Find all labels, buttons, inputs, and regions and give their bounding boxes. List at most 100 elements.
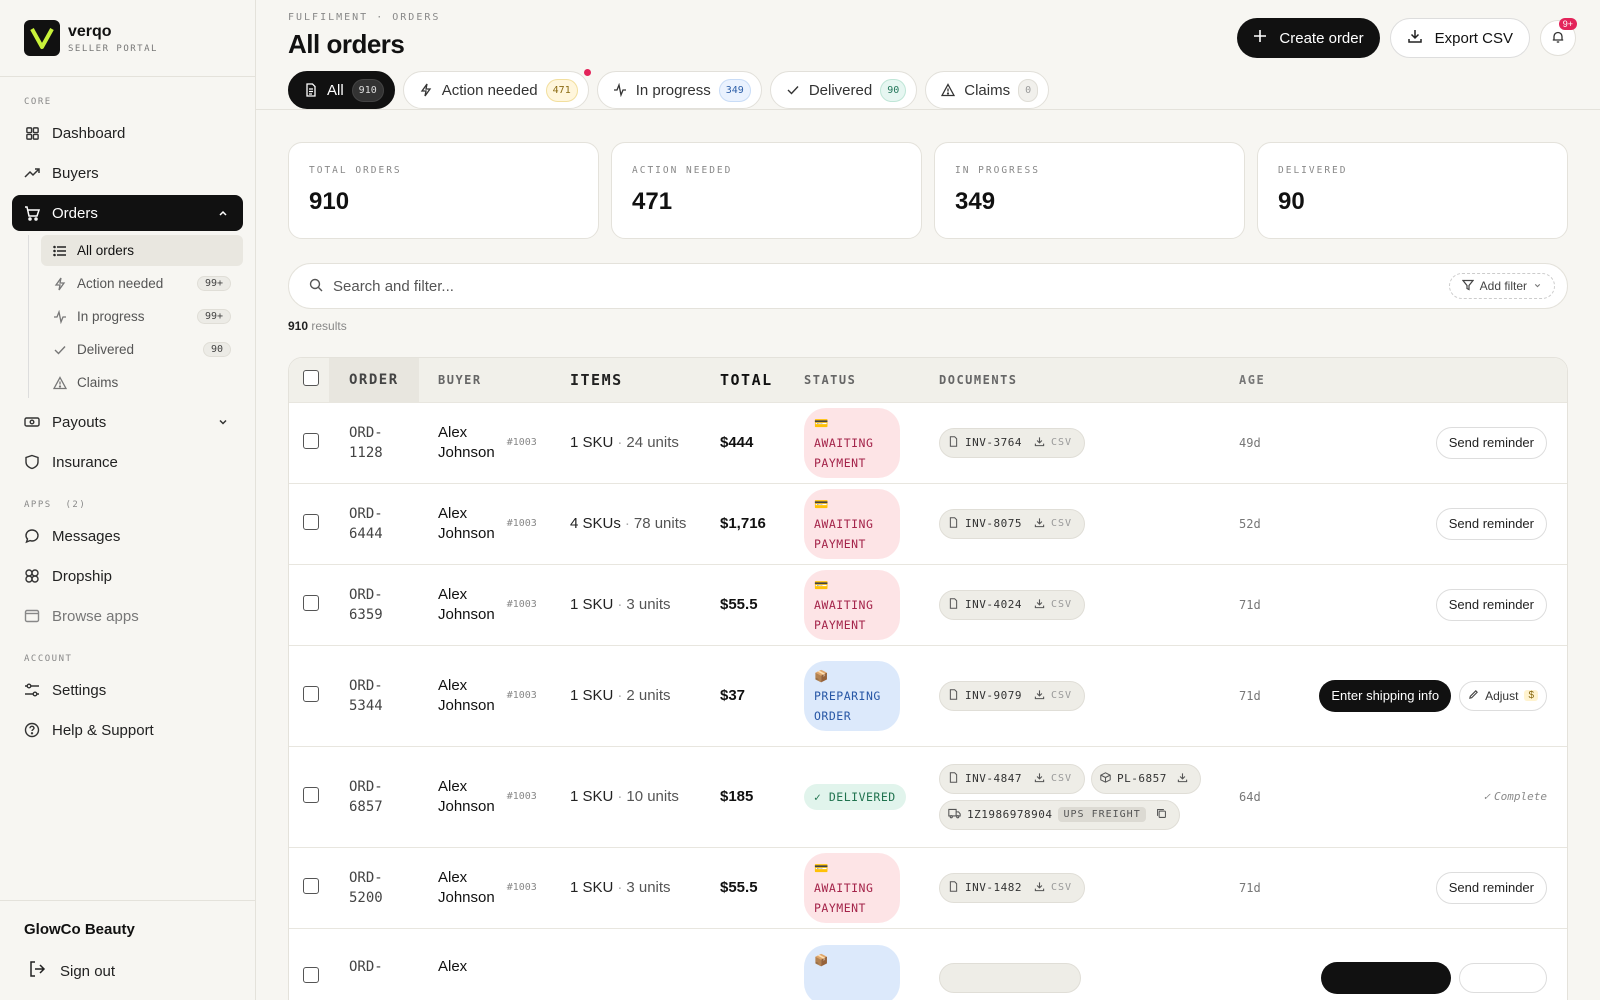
send-reminder-button[interactable]: Send reminder	[1435, 588, 1547, 621]
enter-shipping-info-button[interactable]	[1321, 961, 1451, 994]
download-icon[interactable]	[1034, 881, 1045, 895]
row-checkbox[interactable]	[303, 595, 319, 611]
row-checkbox[interactable]	[303, 686, 319, 702]
sidebar-subitem-claims[interactable]: Claims	[41, 367, 243, 398]
order-id[interactable]: ORD- 5200	[329, 846, 419, 928]
order-id[interactable]: ORD- 6444	[329, 482, 419, 564]
invoice-chip[interactable]: INV-4847 CSV	[939, 763, 1086, 794]
column-header-buyer[interactable]: BUYER	[419, 358, 554, 402]
signout-button[interactable]: Sign out	[24, 960, 231, 982]
row-checkbox[interactable]	[303, 514, 319, 530]
brand-name: verqo	[68, 22, 112, 40]
csv-link[interactable]: CSV	[1051, 437, 1072, 448]
download-icon[interactable]	[1177, 772, 1188, 786]
invoice-chip[interactable]: INV-9079 CSV	[939, 680, 1086, 711]
download-icon[interactable]	[1034, 689, 1045, 703]
csv-link[interactable]: CSV	[1051, 518, 1072, 529]
table-row[interactable]: ORD- 6857 Alex Johnson #1003 1 SKU · 10 units…	[289, 745, 1567, 847]
document-icon	[948, 771, 959, 786]
copy-icon[interactable]	[1156, 808, 1167, 822]
adjust-button[interactable]	[1459, 962, 1547, 993]
buyer-name[interactable]: Alex Johnson	[438, 676, 495, 716]
row-checkbox[interactable]	[303, 878, 319, 894]
column-header-items[interactable]: ITEMS	[554, 358, 704, 402]
send-reminder-button[interactable]: Send reminder	[1435, 426, 1547, 459]
order-id[interactable]: ORD-	[329, 927, 419, 1000]
tab-label: All	[327, 81, 344, 99]
column-header-status[interactable]: STATUS	[788, 358, 923, 402]
sidebar-item-help[interactable]: Help & Support	[12, 712, 243, 748]
buyer-name[interactable]: Alex	[438, 957, 554, 977]
tab-claims[interactable]: Claims 0	[925, 71, 1050, 109]
csv-link[interactable]: CSV	[1051, 599, 1072, 610]
sidebar-subitem-action-needed[interactable]: Action needed 99+	[41, 268, 243, 299]
sidebar-item-buyers[interactable]: Buyers	[12, 155, 243, 191]
column-header-documents[interactable]: DOCUMENTS	[923, 358, 1223, 402]
tab-all[interactable]: All 910	[288, 71, 395, 109]
order-id[interactable]: ORD- 5344	[329, 644, 419, 746]
row-checkbox[interactable]	[303, 787, 319, 803]
select-all-checkbox[interactable]	[303, 370, 319, 387]
items-cell: 1 SKU · 3 units	[554, 846, 704, 928]
sidebar-subitem-all-orders[interactable]: All orders	[41, 235, 243, 266]
search-input[interactable]	[333, 277, 1439, 295]
add-filter-button[interactable]: Add filter	[1448, 273, 1555, 299]
table-row[interactable]: ORD- Alex 📦	[289, 927, 1567, 1000]
csv-link[interactable]: CSV	[1051, 773, 1072, 784]
tab-action-needed[interactable]: Action needed 471	[402, 69, 591, 109]
sidebar-item-dropship[interactable]: Dropship	[12, 558, 243, 594]
invoice-chip[interactable]: INV-8075 CSV	[939, 508, 1086, 539]
order-id[interactable]: ORD- 6857	[329, 745, 419, 847]
column-header-order[interactable]: ORDER	[329, 358, 419, 402]
sliders-icon	[24, 682, 40, 698]
buyer-name[interactable]: Alex Johnson	[438, 777, 495, 817]
tab-in-progress[interactable]: In progress 349	[596, 71, 762, 109]
sidebar-item-settings[interactable]: Settings	[12, 672, 243, 708]
sidebar-subitem-in-progress[interactable]: In progress 99+	[41, 301, 243, 332]
sidebar-item-orders[interactable]: Orders	[12, 195, 243, 231]
tab-delivered[interactable]: Delivered 90	[769, 71, 918, 109]
send-reminder-button[interactable]: Send reminder	[1435, 507, 1547, 540]
enter-shipping-info-button[interactable]: Enter shipping info	[1319, 679, 1452, 712]
tracking-chip[interactable]: 1Z1986978904 UPS FREIGHT	[939, 799, 1180, 830]
row-checkbox[interactable]	[303, 966, 319, 983]
table-row[interactable]: ORD- 5200 Alex Johnson #1003 1 SKU · 3 units …	[289, 846, 1567, 928]
order-age: 52d	[1223, 482, 1293, 564]
sidebar-item-messages[interactable]: Messages	[12, 518, 243, 554]
invoice-chip[interactable]: INV-4024 CSV	[939, 589, 1086, 620]
sidebar-item-payouts[interactable]: Payouts	[12, 404, 243, 440]
create-order-button[interactable]: Create order	[1237, 18, 1380, 58]
invoice-chip[interactable]: INV-1482 CSV	[939, 872, 1086, 903]
column-header-age[interactable]: AGE	[1223, 358, 1293, 402]
buyer-name[interactable]: Alex Johnson	[438, 585, 495, 625]
packing-list-chip[interactable]: PL-6857	[1091, 763, 1201, 794]
buyer-name[interactable]: Alex Johnson	[438, 423, 495, 463]
buyer-name[interactable]: Alex Johnson	[438, 504, 495, 544]
download-icon[interactable]	[1034, 598, 1045, 612]
notifications-button[interactable]: 9+	[1540, 18, 1577, 56]
stat-value: 471	[632, 188, 673, 215]
column-header-total[interactable]: TOTAL	[704, 358, 788, 402]
download-icon[interactable]	[1034, 436, 1045, 450]
sidebar-item-dashboard[interactable]: Dashboard	[12, 115, 243, 151]
csv-link[interactable]: CSV	[1051, 882, 1072, 893]
table-row[interactable]: ORD- 6444 Alex Johnson #1003 4 SKUs · 78 unit…	[289, 482, 1567, 564]
order-id[interactable]: ORD- 6359	[329, 563, 419, 645]
invoice-chip[interactable]: INV-3764 CSV	[939, 427, 1086, 458]
buyer-name[interactable]: Alex Johnson	[438, 868, 495, 908]
send-reminder-button[interactable]: Send reminder	[1435, 871, 1547, 904]
sidebar-item-browse-apps[interactable]: Browse apps	[12, 598, 243, 634]
csv-link[interactable]: CSV	[1051, 690, 1072, 701]
adjust-button[interactable]: Adjust $	[1459, 680, 1547, 711]
table-row[interactable]: ORD- 6359 Alex Johnson #1003 1 SKU · 3 units …	[289, 563, 1567, 645]
invoice-chip[interactable]	[939, 962, 1081, 993]
download-icon[interactable]	[1034, 772, 1045, 786]
download-icon[interactable]	[1034, 517, 1045, 531]
table-row[interactable]: ORD- 5344 Alex Johnson #1003 1 SKU · 2 units …	[289, 644, 1567, 746]
table-row[interactable]: ORD- 1128 Alex Johnson #1003 1 SKU · 24 units…	[289, 401, 1567, 483]
export-csv-button[interactable]: Export CSV	[1389, 18, 1530, 58]
sidebar-subitem-delivered[interactable]: Delivered 90	[41, 334, 243, 365]
row-checkbox[interactable]	[303, 433, 319, 449]
order-id[interactable]: ORD- 1128	[329, 401, 419, 483]
sidebar-item-insurance[interactable]: Insurance	[12, 444, 243, 480]
